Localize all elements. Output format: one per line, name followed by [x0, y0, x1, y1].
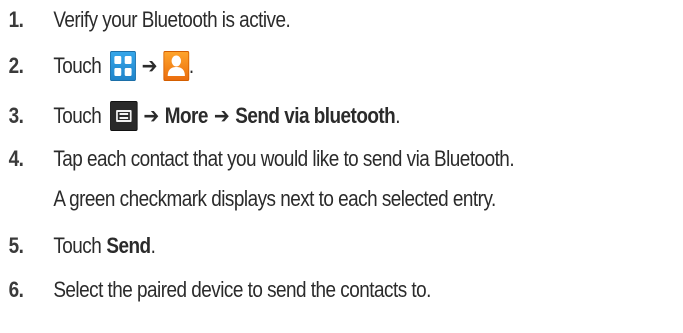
arrow-icon: ➔	[213, 103, 230, 128]
step-text: Touch	[53, 103, 102, 128]
step-number: 3.	[8, 103, 24, 128]
menu-icon	[109, 101, 138, 131]
send-via-bluetooth-label: Send via bluetooth	[235, 103, 396, 128]
step-suffix: .	[150, 233, 156, 258]
more-label: More	[164, 103, 209, 128]
step-suffix: .	[188, 53, 194, 78]
step-number: 4.	[8, 146, 24, 171]
arrow-icon: ➔	[143, 103, 159, 128]
step-text-line1: Tap each contact that you would like to …	[53, 146, 515, 171]
step-suffix: .	[395, 103, 400, 128]
step-text: Touch	[53, 233, 102, 258]
step-number: 2.	[8, 53, 24, 78]
instruction-steps: 1. Verify your Bluetooth is active. 2. T…	[0, 0, 683, 333]
step-text: Select the paired device to send the con…	[53, 277, 431, 302]
step-text: Touch	[53, 53, 102, 78]
step-number: 1.	[8, 7, 24, 32]
contacts-icon	[163, 51, 189, 81]
apps-icon	[109, 51, 136, 81]
step-text-line2: A green checkmark displays next to each …	[53, 186, 496, 211]
step-number: 5.	[8, 233, 24, 258]
send-label: Send	[106, 233, 151, 258]
step-number: 6.	[8, 277, 24, 302]
arrow-icon: ➔	[141, 53, 158, 78]
step-text: Verify your Bluetooth is active.	[53, 7, 291, 32]
